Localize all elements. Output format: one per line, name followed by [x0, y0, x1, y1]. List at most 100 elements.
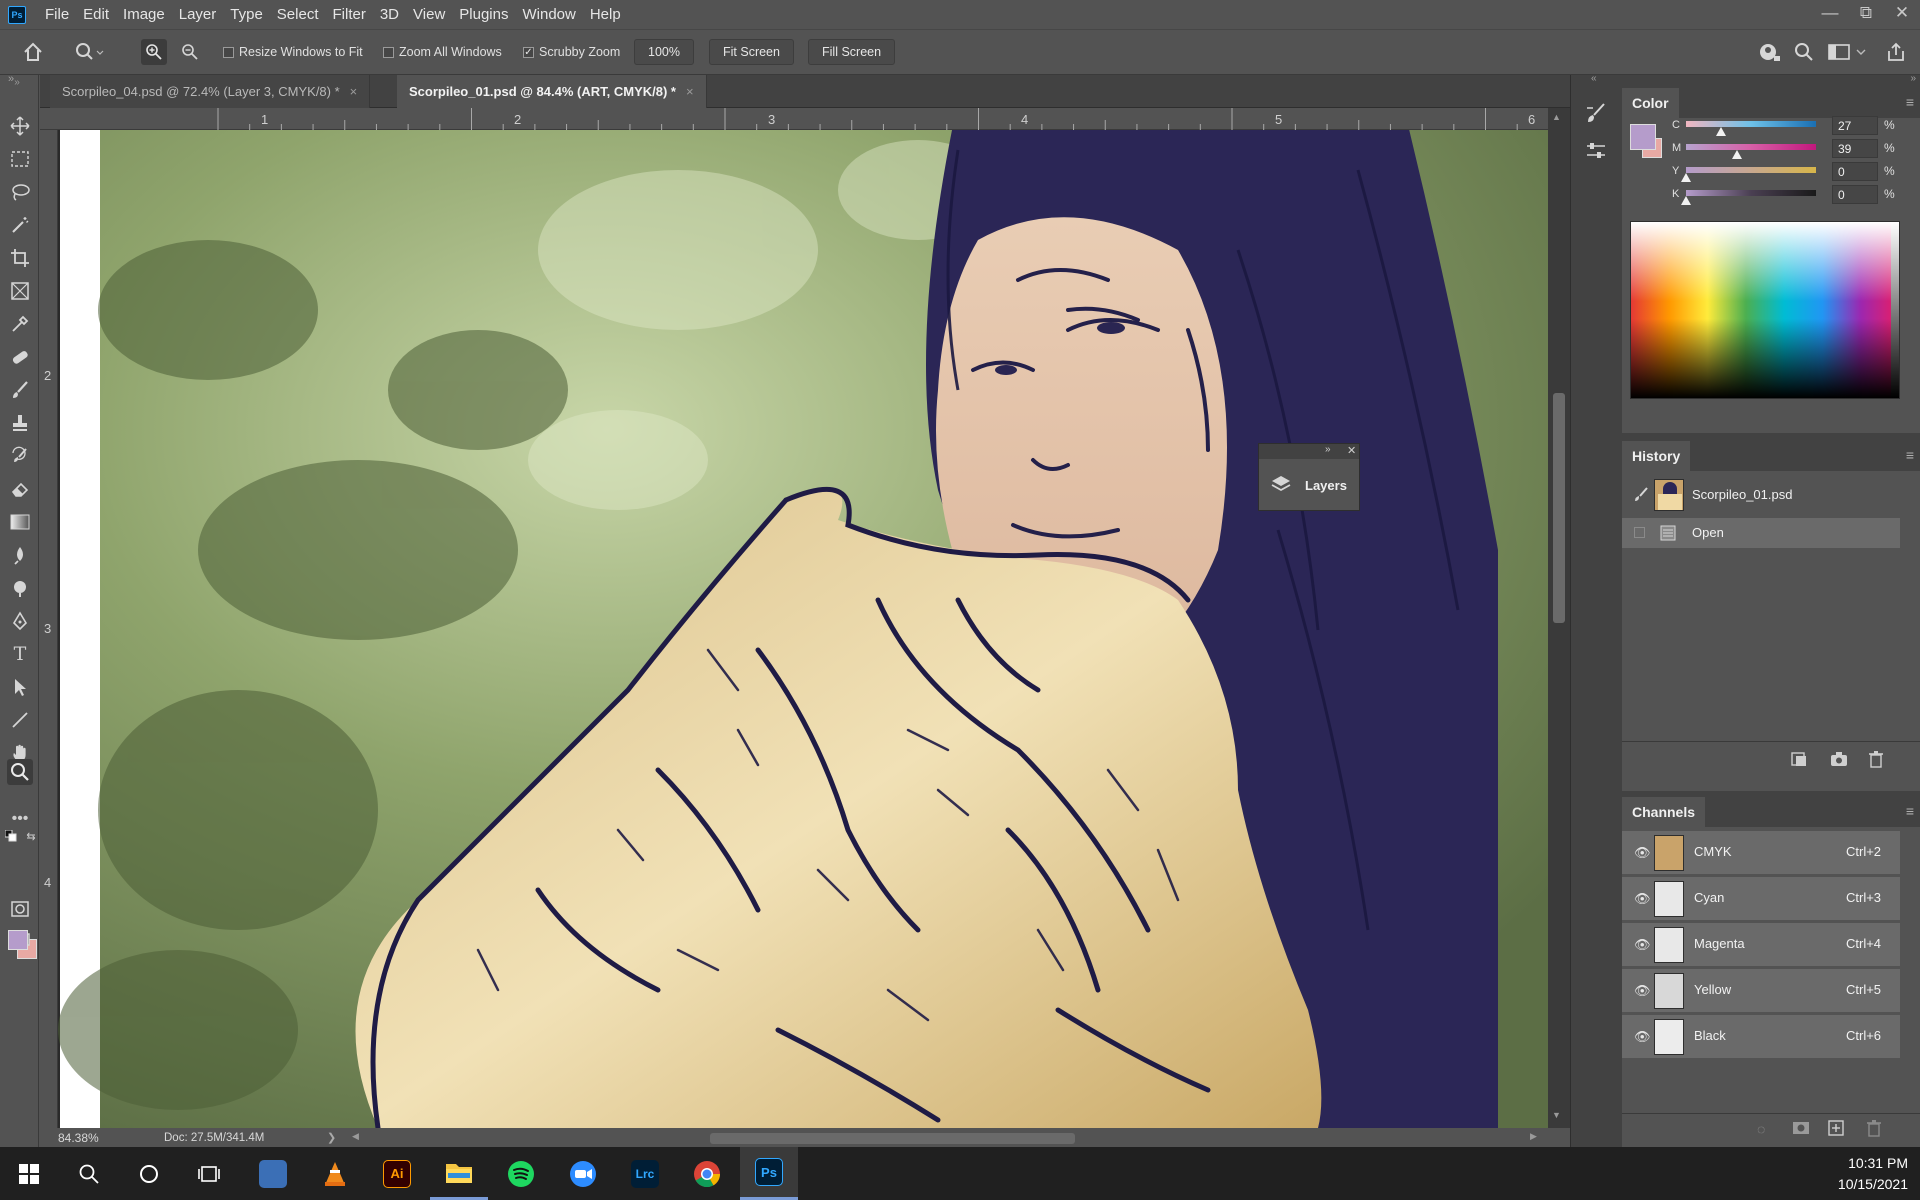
collapse-dock-icon[interactable]: « [1591, 73, 1597, 84]
zoom-tool-preset-picker[interactable] [74, 30, 104, 74]
channel-row-cyan[interactable]: 👁 Cyan Ctrl+3 [1622, 877, 1900, 921]
minimize-button[interactable]: — [1812, 0, 1848, 29]
new-snapshot-icon[interactable] [1830, 751, 1848, 770]
task-view-button[interactable] [180, 1147, 238, 1200]
visibility-eye-icon[interactable]: 👁 [1634, 983, 1651, 999]
visibility-eye-icon[interactable]: 👁 [1634, 891, 1651, 907]
expand-icon[interactable]: » [8, 73, 14, 85]
panel-menu-icon[interactable]: ≡ [1906, 94, 1914, 110]
taskbar-app-vlc[interactable] [306, 1147, 364, 1200]
scroll-up-icon[interactable]: ▲ [1552, 112, 1561, 122]
line-tool-icon[interactable] [9, 709, 31, 731]
delete-state-icon[interactable] [1868, 750, 1884, 771]
menu-3d[interactable]: 3D [373, 0, 406, 29]
workspace-switcher[interactable] [1827, 30, 1867, 74]
tab-history[interactable]: History [1622, 441, 1691, 471]
system-clock[interactable]: 10:31 PM 10/15/2021 [1838, 1153, 1908, 1195]
lasso-tool-icon[interactable] [9, 181, 31, 203]
cortana-button[interactable] [120, 1147, 178, 1200]
crop-tool-icon[interactable] [9, 247, 31, 269]
more-tools-icon[interactable]: ••• [9, 808, 31, 830]
eyedropper-tool-icon[interactable] [9, 313, 31, 335]
zoom-100-button[interactable]: 100% [634, 30, 694, 74]
fill-screen-button[interactable]: Fill Screen [808, 30, 896, 74]
history-brush-source-icon[interactable] [1632, 486, 1650, 507]
home-button[interactable] [22, 30, 44, 74]
taskbar-app-spotify[interactable] [492, 1147, 550, 1200]
panel-menu-icon[interactable]: ≡ [1906, 447, 1914, 463]
share-button[interactable] [1885, 30, 1907, 74]
panel-grip[interactable]: » ✕ [1259, 444, 1359, 459]
zoom-tool-icon[interactable] [7, 759, 33, 785]
fit-screen-button[interactable]: Fit Screen [709, 30, 794, 74]
marquee-tool-icon[interactable] [9, 148, 31, 170]
vertical-scrollbar[interactable]: ▲ ▼ [1548, 108, 1570, 1128]
scroll-down-icon[interactable]: ▼ [1552, 1110, 1561, 1120]
menu-layer[interactable]: Layer [172, 0, 224, 29]
scrubby-zoom-option[interactable]: ✓ Scrubby Zoom [523, 30, 620, 74]
zoom-level-field[interactable]: 84.38% [58, 1131, 99, 1145]
history-snapshot-row[interactable]: Scorpileo_01.psd [1622, 474, 1920, 516]
scroll-right-icon[interactable]: ▶ [1530, 1131, 1537, 1142]
scroll-left-icon[interactable]: ◀ [352, 1131, 359, 1142]
quick-mask-icon[interactable] [9, 898, 31, 920]
new-channel-icon[interactable] [1828, 1120, 1844, 1139]
vertical-scroll-thumb[interactable] [1553, 393, 1565, 623]
layers-panel-button[interactable]: Layers [1259, 461, 1359, 509]
gradient-tool-icon[interactable] [9, 511, 31, 533]
zoom-all-windows-checkbox[interactable] [383, 46, 394, 58]
resize-windows-option[interactable]: Resize Windows to Fit [223, 30, 363, 74]
horizontal-scroll-thumb[interactable] [710, 1133, 1075, 1144]
move-tool-icon[interactable] [9, 115, 31, 137]
menu-file[interactable]: File [38, 0, 76, 29]
restore-button[interactable]: ⧉ [1848, 0, 1884, 29]
cyan-slider-track[interactable] [1686, 121, 1816, 127]
black-slider-thumb[interactable] [1681, 196, 1691, 205]
channel-row-black[interactable]: 👁 Black Ctrl+6 [1622, 1015, 1900, 1059]
tab-scorpileo-04[interactable]: Scorpileo_04.psd @ 72.4% (Layer 3, CMYK/… [50, 75, 371, 108]
clone-stamp-tool-icon[interactable] [9, 412, 31, 434]
new-document-from-state-icon[interactable] [1790, 751, 1808, 770]
expand-panel-icon[interactable]: » [1325, 444, 1331, 455]
menu-type[interactable]: Type [223, 0, 270, 29]
default-colors-icon[interactable] [5, 830, 17, 842]
yellow-value-input[interactable]: 0 [1832, 162, 1878, 181]
menu-select[interactable]: Select [270, 0, 326, 29]
magenta-slider-track[interactable] [1686, 144, 1816, 150]
menu-filter[interactable]: Filter [326, 0, 373, 29]
menu-view[interactable]: View [406, 0, 452, 29]
yellow-slider-thumb[interactable] [1681, 173, 1691, 182]
close-panel-icon[interactable]: ✕ [1347, 444, 1356, 457]
history-state-row[interactable]: Open [1622, 518, 1900, 548]
channel-row-cmyk[interactable]: 👁 CMYK Ctrl+2 [1622, 831, 1900, 875]
document-canvas[interactable] [58, 130, 1548, 1128]
color-spectrum-picker[interactable] [1630, 221, 1900, 399]
start-button[interactable] [0, 1147, 58, 1200]
visibility-eye-icon[interactable]: 👁 [1634, 845, 1651, 861]
foreground-color-swatch-front[interactable] [1630, 124, 1656, 150]
type-tool-icon[interactable]: T [9, 643, 31, 665]
menu-edit[interactable]: Edit [76, 0, 116, 29]
menu-window[interactable]: Window [515, 0, 582, 29]
taskbar-app-lightroom-classic[interactable]: Lrc [616, 1147, 674, 1200]
healing-brush-tool-icon[interactable] [9, 346, 31, 368]
dodge-tool-icon[interactable] [9, 577, 31, 599]
taskbar-app-file-explorer[interactable] [430, 1147, 488, 1200]
taskbar-app-calculator[interactable] [244, 1147, 302, 1200]
taskbar-app-chrome[interactable] [678, 1147, 736, 1200]
taskbar-app-illustrator[interactable]: Ai [368, 1147, 426, 1200]
adjustments-button[interactable] [1581, 137, 1611, 165]
search-taskbar-button[interactable] [60, 1147, 118, 1200]
scrubby-zoom-checkbox[interactable]: ✓ [523, 46, 534, 58]
learn-button[interactable] [1758, 30, 1782, 74]
visibility-eye-icon[interactable]: 👁 [1634, 1029, 1651, 1045]
foreground-color-swatch[interactable] [8, 930, 28, 950]
pen-tool-icon[interactable] [9, 610, 31, 632]
taskbar-app-photoshop[interactable]: Ps [740, 1147, 798, 1200]
status-menu-icon[interactable]: ❯ [327, 1131, 336, 1144]
delete-channel-icon[interactable] [1866, 1119, 1882, 1140]
history-source-checkbox[interactable] [1634, 527, 1645, 538]
frame-tool-icon[interactable] [9, 280, 31, 302]
magenta-value-input[interactable]: 39 [1832, 139, 1878, 158]
zoom-all-windows-option[interactable]: Zoom All Windows [383, 30, 502, 74]
